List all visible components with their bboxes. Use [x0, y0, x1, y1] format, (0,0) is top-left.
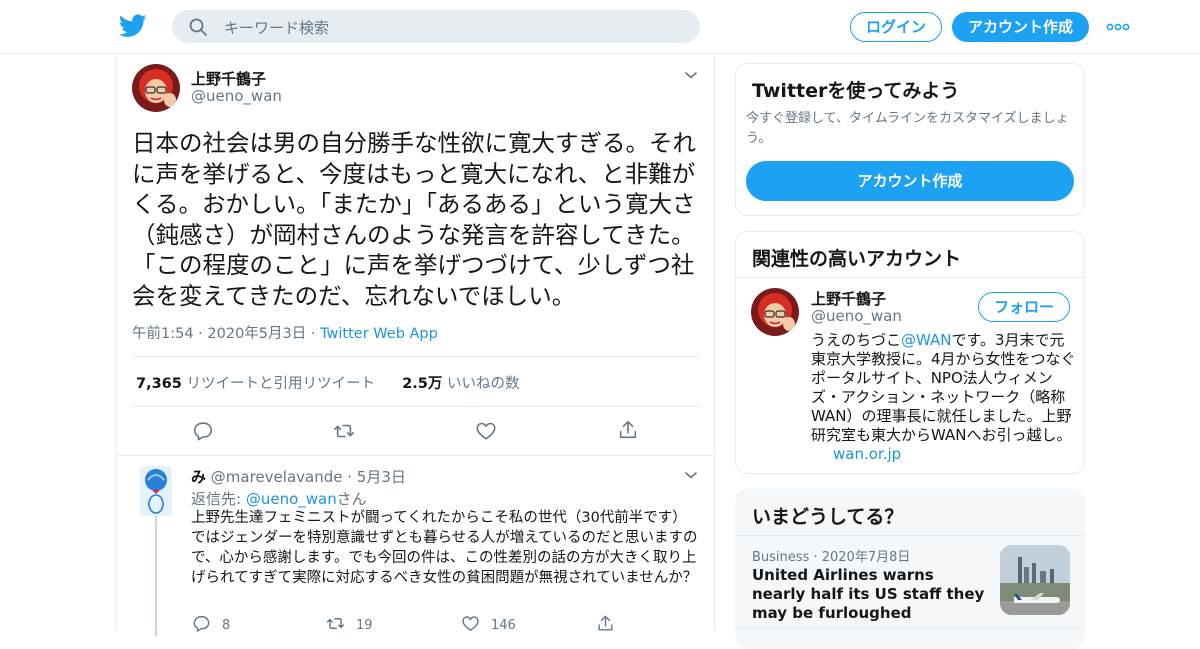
divider: [736, 627, 1086, 628]
divider: [132, 356, 700, 357]
trend-thumbnail[interactable]: [1000, 545, 1070, 615]
meta-separator: ·: [310, 326, 321, 342]
retweet-stat[interactable]: 7,365 リツイートと引用リツイート: [136, 376, 375, 392]
related-accounts-card: 関連性の高いアカウント 上野千鶴子 @ueno_wan フォロー うえのちづこ@…: [735, 231, 1085, 474]
retweet-icon: [326, 618, 345, 629]
thread-line: [155, 516, 157, 636]
signup-card-title: Twitterを使ってみよう: [752, 80, 960, 102]
tweet-meta: 午前1:54 · 2020年5月3日 · Twitter Web App: [132, 322, 438, 343]
meta-separator: ·: [198, 326, 208, 342]
tweet-author-name[interactable]: 上野千鶴子: [191, 68, 266, 89]
divider: [132, 406, 700, 407]
avatar[interactable]: [132, 64, 180, 112]
bio-url-link[interactable]: wan.or.jp: [833, 445, 901, 463]
reply-like-count: 146: [491, 618, 516, 633]
reply-share-action[interactable]: [596, 614, 626, 633]
like-stat-label: いいねの数: [447, 376, 520, 392]
related-account-name[interactable]: 上野千鶴子: [811, 288, 886, 309]
tweet-author-handle[interactable]: @ueno_wan: [191, 87, 282, 105]
trend-category: Business: [752, 550, 810, 565]
twitter-logo-icon[interactable]: [119, 13, 147, 39]
meta-separator: ·: [347, 468, 357, 486]
signup-card-button[interactable]: アカウント作成: [746, 161, 1074, 201]
trends-card: いまどうしてる？ Business · 2020年7月8日 United Air…: [735, 489, 1086, 649]
reply-icon: [193, 616, 210, 633]
signup-card: Twitterを使ってみよう 今すぐ登録して、タイムラインをカスタマイズしましょ…: [735, 63, 1085, 216]
like-icon: [462, 616, 479, 632]
retweet-count: 7,365: [136, 376, 182, 392]
related-card-title: 関連性の高いアカウント: [752, 248, 962, 270]
tweet-date[interactable]: 2020年5月3日: [207, 326, 306, 342]
reply-reply-action[interactable]: 8: [192, 614, 230, 633]
like-count: 2.5万: [402, 376, 443, 392]
retweet-icon[interactable]: [333, 420, 355, 442]
search-bar[interactable]: キーワード検索: [172, 10, 700, 43]
reply-avatar[interactable]: [140, 466, 172, 516]
reply-to-handle[interactable]: @ueno_wan: [246, 490, 337, 508]
tweet-text: 日本の社会は男の自分勝手な性欲に寛大すぎる。それに声を挙げると、今度はもっと寛大…: [132, 129, 696, 310]
trend-meta: Business · 2020年7月8日: [752, 546, 910, 565]
reply-header: み @marevelavande · 5月3日: [191, 466, 406, 487]
reply-to-line: 返信先: @ueno_wanさん: [191, 488, 367, 509]
retweet-stat-label: リツイートと引用リツイート: [186, 376, 375, 392]
reply-to-suffix: さん: [336, 490, 367, 508]
tweet-source[interactable]: Twitter Web App: [320, 326, 438, 342]
tweet-time[interactable]: 午前1:54: [132, 326, 194, 342]
bio-mention-link[interactable]: @WAN: [901, 331, 952, 349]
bio-prefix: うえのちづこ: [811, 331, 902, 349]
divider: [736, 535, 1086, 536]
related-account-handle[interactable]: @ueno_wan: [811, 307, 902, 325]
divider: [116, 455, 714, 456]
share-icon[interactable]: [617, 419, 639, 441]
trend-date: 2020年7月8日: [821, 550, 911, 565]
reply-like-action[interactable]: 146: [461, 614, 516, 633]
avatar-image: [132, 64, 180, 112]
reply-to-prefix: 返信先:: [191, 490, 246, 508]
meta-separator: ·: [813, 550, 822, 565]
more-options-icon[interactable]: [1106, 22, 1130, 32]
follow-button[interactable]: フォロー: [978, 292, 1070, 322]
reply-reply-count: 8: [222, 618, 231, 633]
trends-card-title: いまどうしてる？: [752, 506, 904, 528]
search-placeholder[interactable]: キーワード検索: [224, 17, 329, 38]
related-account-bio: うえのちづこ@WANです。3月末で元東京大学教授に。4月から女性をつなぐポータル…: [811, 331, 1076, 464]
trend-headline[interactable]: United Airlines warns nearly half its US…: [752, 566, 992, 623]
related-avatar[interactable]: [751, 288, 799, 336]
signup-button[interactable]: アカウント作成: [952, 12, 1089, 42]
top-bar: キーワード検索 ログイン アカウント作成: [0, 0, 1200, 54]
reply-text: 上野先生達フェミニストが闘ってくれたからこそ私の世代（30代前半です）ではジェン…: [191, 510, 698, 586]
airplane-city-image: [1000, 545, 1070, 615]
reply-retweet-count: 19: [356, 618, 373, 633]
like-icon[interactable]: [475, 420, 497, 442]
reply-icon[interactable]: [192, 420, 214, 442]
main-column: 上野千鶴子 @ueno_wan 日本の社会は男の自分勝手な性欲に寛大すぎる。それ…: [115, 54, 715, 636]
reply-author-handle[interactable]: @marevelavande: [211, 468, 343, 486]
like-stat[interactable]: 2.5万 いいねの数: [402, 376, 519, 392]
tweet-stats: 7,365 リツイートと引用リツイート 2.5万 いいねの数: [136, 372, 520, 393]
login-button[interactable]: ログイン: [850, 12, 942, 42]
chevron-down-icon[interactable]: [684, 470, 698, 480]
signup-card-description: 今すぐ登録して、タイムラインをカスタマイズしましょう。: [746, 111, 1069, 146]
reply-retweet-action[interactable]: 19: [326, 614, 373, 633]
divider: [736, 277, 1084, 278]
search-icon: [189, 18, 207, 36]
avatar-image: [751, 288, 799, 336]
reply-author-name[interactable]: み: [191, 468, 206, 486]
chevron-down-icon[interactable]: [684, 70, 698, 80]
share-icon: [598, 615, 613, 631]
reply-date[interactable]: 5月3日: [357, 468, 406, 486]
